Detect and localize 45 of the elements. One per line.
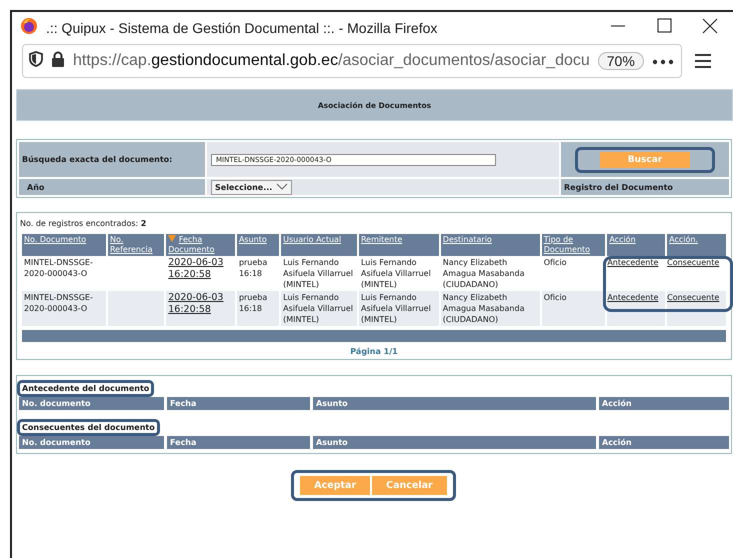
table-cell: Oficio <box>544 258 567 267</box>
results-count: No. de registros encontrados: 2 <box>20 219 148 228</box>
column-header[interactable]: No. Documento <box>22 234 106 256</box>
search-label: Búsqueda exacta del documento: <box>19 142 205 177</box>
table-cell: Nancy Elizabeth Amagua Masabanda (CIUDADANO) <box>442 258 524 289</box>
column-header[interactable]: Acción <box>607 234 666 256</box>
address-bar[interactable]: https://cap.gestiondocumental.gob.ec/asociar_documentos/asociar_docu 70% <box>22 44 682 78</box>
action-link[interactable]: Antecedente <box>607 258 658 267</box>
window-title: .:: Quipux - Sistema de Gestión Documental ::. - Mozilla Firefox <box>46 20 438 36</box>
column-header[interactable]: Destinatario <box>440 234 540 256</box>
year-select[interactable]: Seleccione... <box>211 180 292 194</box>
column-header[interactable]: Asunto <box>236 234 280 256</box>
column-header[interactable]: Usuario Actual <box>281 234 357 256</box>
table-cell: Luis Fernando Asifuela Villarruel (MINTEL) <box>360 293 431 324</box>
table-cell: Luis Fernando Asifuela Villarruel (MINTEL) <box>283 258 354 289</box>
date-link[interactable]: 2020-06-03 16:20:58 <box>168 257 233 281</box>
column-header: Asunto <box>313 397 596 410</box>
column-header: Asunto <box>313 436 596 449</box>
column-header[interactable]: Fecha Documento <box>166 234 235 256</box>
table-cell: Oficio <box>544 293 567 302</box>
table-cell: MINTEL-DNSSGE-2020-000043-O <box>24 293 93 313</box>
column-header[interactable]: Tipo de Documento <box>542 234 606 256</box>
column-header: No. documento <box>19 436 164 449</box>
zoom-badge[interactable]: 70% <box>598 52 644 70</box>
column-header[interactable]: Acción. <box>667 234 726 256</box>
table-cell: Luis Fernando Asifuela Villarruel (MINTEL) <box>360 258 431 289</box>
pagination-label: Página 1/1 <box>349 347 399 356</box>
section-title: Antecedente del documento <box>17 380 154 397</box>
column-header: Fecha <box>167 397 310 410</box>
table-cell: prueba 16:18 <box>238 258 268 278</box>
table-cell: MINTEL-DNSSGE-2020-000043-O <box>24 258 93 278</box>
column-header: Acción <box>599 436 729 449</box>
table-cell: Luis Fernando Asifuela Villarruel (MINTEL) <box>283 293 354 324</box>
table-cell: prueba 16:18 <box>238 293 268 313</box>
register-label: Registro del Documento <box>561 179 729 195</box>
section-title: Consecuentes del documento <box>17 419 160 436</box>
column-header[interactable]: No. Referencia <box>108 234 164 256</box>
year-label: Año <box>19 179 205 195</box>
column-header: Acción <box>599 397 729 410</box>
url-text: https://cap.gestiondocumental.gob.ec/asociar_documentos/asociar_docu <box>73 52 590 70</box>
column-header: No. documento <box>19 397 164 410</box>
table-cell: Nancy Elizabeth Amagua Masabanda (CIUDADANO) <box>442 293 524 324</box>
action-link[interactable]: Consecuente <box>667 258 720 267</box>
column-header: Fecha <box>167 436 310 449</box>
column-header[interactable]: Remitente <box>358 234 439 256</box>
